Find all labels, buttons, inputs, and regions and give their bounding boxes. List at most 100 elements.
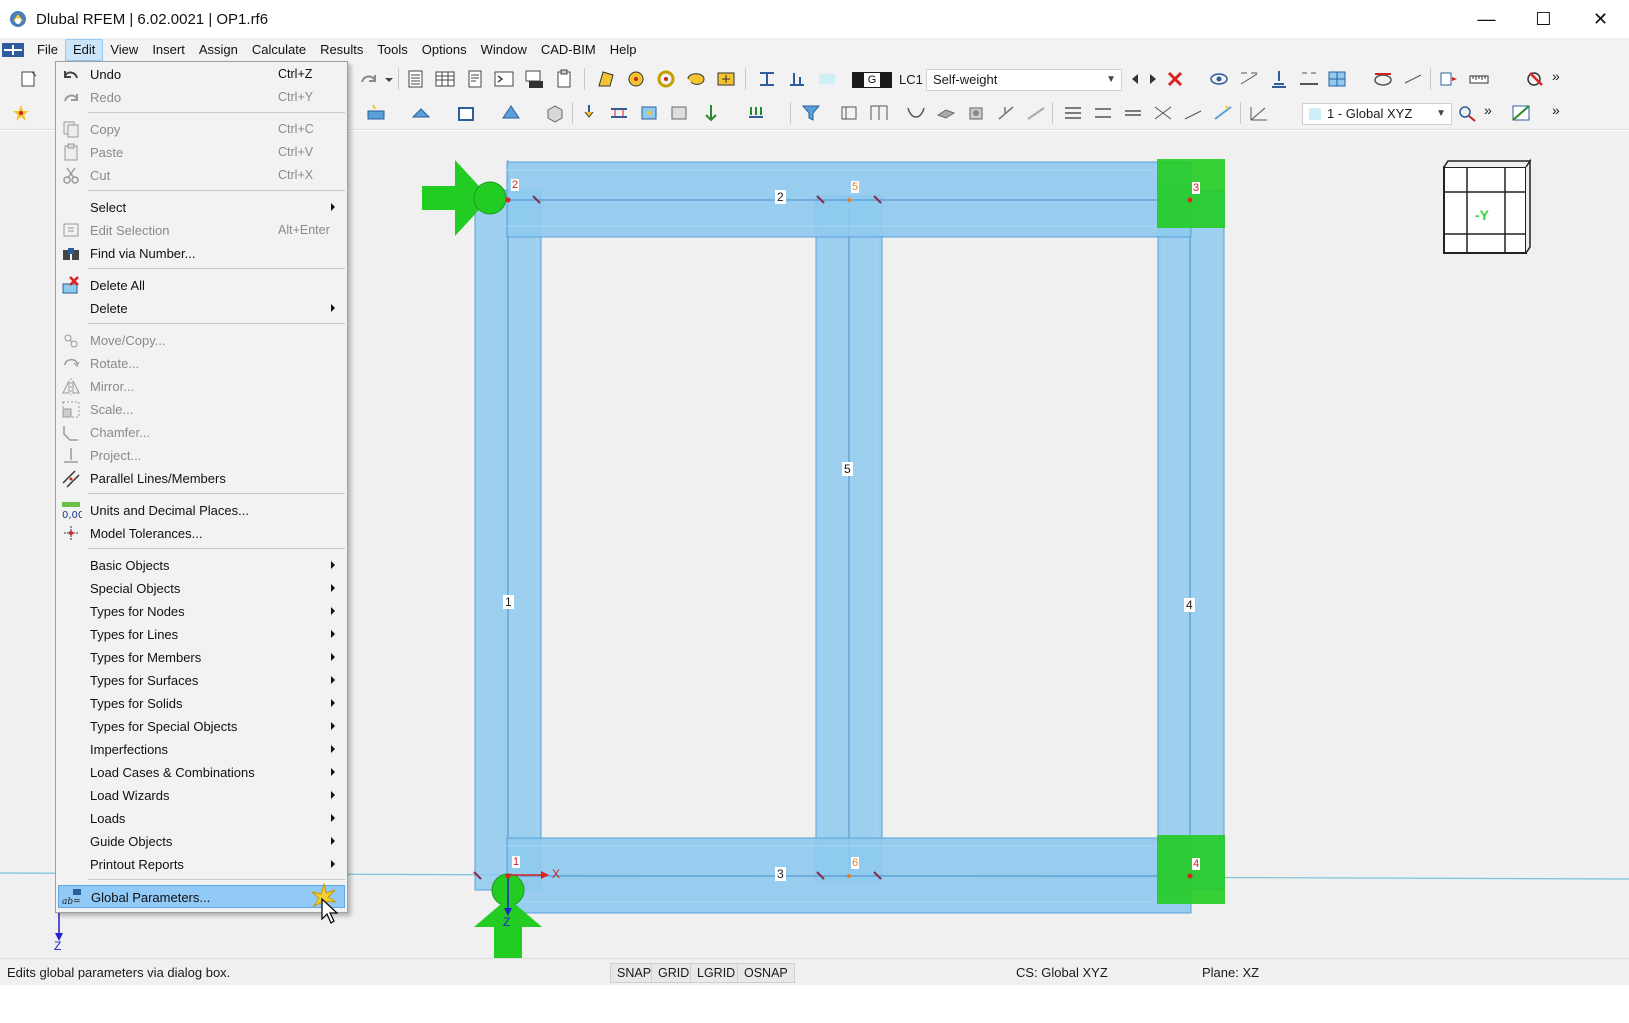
menu-help[interactable]: Help: [603, 39, 644, 61]
rect-select-icon[interactable]: [715, 69, 737, 89]
script-icon[interactable]: [493, 69, 515, 89]
menu-item-printout-reports[interactable]: Printout Reports: [58, 853, 345, 876]
cancel-selection-icon[interactable]: [1524, 69, 1546, 89]
lasso-select-icon[interactable]: [685, 69, 707, 89]
support-node-4[interactable]: [1157, 835, 1225, 904]
menu-item-imperfections[interactable]: Imperfections: [58, 738, 345, 761]
member-4[interactable]: [1157, 189, 1225, 891]
mirror-tool-icon[interactable]: [1152, 103, 1174, 123]
new-node-icon[interactable]: [10, 103, 32, 123]
menu-item-load-cases[interactable]: Load Cases & Combinations: [58, 761, 345, 784]
menu-item-select[interactable]: Select: [58, 196, 345, 219]
redo-toolbar-icon[interactable]: [358, 69, 380, 89]
plate-icon[interactable]: [935, 103, 957, 123]
delete-loads-icon[interactable]: [1164, 69, 1186, 89]
osnap-toggle[interactable]: OSNAP: [737, 963, 795, 983]
menu-item-load-wizards[interactable]: Load Wizards: [58, 784, 345, 807]
menu-item-delete-all[interactable]: Delete All: [58, 274, 345, 297]
surface-results-icon[interactable]: [1326, 69, 1348, 89]
measure-icon[interactable]: [1248, 103, 1270, 123]
menu-item-guide-objects[interactable]: Guide Objects: [58, 830, 345, 853]
dimension-icon[interactable]: [1182, 103, 1204, 123]
strain-icon[interactable]: [995, 103, 1017, 123]
menu-results[interactable]: Results: [313, 39, 370, 61]
grid-table-icon[interactable]: [434, 69, 456, 89]
menu-item-project[interactable]: Project...: [58, 444, 345, 467]
ring-select-icon[interactable]: [655, 69, 677, 89]
load-case-prev-icon[interactable]: [756, 69, 778, 89]
circle-select-icon[interactable]: [625, 69, 647, 89]
box-icon[interactable]: [544, 103, 566, 123]
clipboard-icon[interactable]: [553, 69, 575, 89]
support-results-icon[interactable]: [1268, 69, 1290, 89]
dlubal-menu-icon[interactable]: [2, 43, 24, 57]
support-node-3[interactable]: [1157, 159, 1225, 228]
menu-item-units[interactable]: 0,00 Units and Decimal Places...: [58, 499, 345, 522]
new-surface-icon[interactable]: [410, 103, 432, 123]
menu-item-mirror[interactable]: Mirror...: [58, 375, 345, 398]
menu-item-special-objects[interactable]: Special Objects: [58, 577, 345, 600]
toolbar-overflow-3[interactable]: »: [1552, 102, 1560, 118]
menu-options[interactable]: Options: [415, 39, 474, 61]
filter-icon[interactable]: [800, 103, 822, 123]
load-case-select[interactable]: Self-weight ▼: [926, 69, 1122, 91]
menu-insert[interactable]: Insert: [145, 39, 192, 61]
menu-item-types-lines[interactable]: Types for Lines: [58, 623, 345, 646]
menu-item-copy[interactable]: Copy Ctrl+C: [58, 118, 345, 141]
next-load-case-icon[interactable]: [1142, 69, 1156, 89]
menu-edit[interactable]: Edit: [64, 39, 104, 61]
toolbar-overflow-2[interactable]: »: [1484, 102, 1492, 118]
member-5[interactable]: [815, 195, 883, 881]
load-case-next-icon[interactable]: [786, 69, 808, 89]
menu-item-rotate[interactable]: Rotate...: [58, 352, 345, 375]
menu-item-basic-objects[interactable]: Basic Objects: [58, 554, 345, 577]
section-icon[interactable]: [838, 103, 860, 123]
slope-icon[interactable]: [1025, 103, 1047, 123]
view-eye-icon[interactable]: [1208, 69, 1230, 89]
lgrid-toggle[interactable]: LGRID: [690, 963, 743, 983]
navigator-icon[interactable]: [1438, 69, 1460, 89]
table-view-icon[interactable]: [405, 69, 427, 89]
menu-item-tolerances[interactable]: Model Tolerances...: [58, 522, 345, 545]
line-results-icon[interactable]: [1298, 69, 1320, 89]
frame-icon[interactable]: [868, 103, 890, 123]
menu-item-scale[interactable]: Scale...: [58, 398, 345, 421]
menu-calculate[interactable]: Calculate: [245, 39, 313, 61]
toolbar-overflow-1[interactable]: »: [1552, 68, 1560, 84]
menu-item-types-surfaces[interactable]: Types for Surfaces: [58, 669, 345, 692]
console-icon[interactable]: [523, 69, 545, 89]
align-top-icon[interactable]: [1062, 103, 1084, 123]
menu-file[interactable]: File: [30, 39, 65, 61]
support-icon[interactable]: [578, 103, 600, 123]
align-bottom-icon[interactable]: [1122, 103, 1144, 123]
menu-view[interactable]: View: [103, 39, 145, 61]
nodal-release-icon[interactable]: [638, 103, 660, 123]
previous-load-case-icon[interactable]: [1124, 69, 1138, 89]
ruler-icon[interactable]: [1468, 69, 1490, 89]
menu-item-loads[interactable]: Loads: [58, 807, 345, 830]
menu-item-redo[interactable]: Redo Ctrl+Y: [58, 86, 345, 109]
menu-item-global-parameters[interactable]: ab= Global Parameters...: [58, 882, 345, 912]
numbering-icon[interactable]: [1402, 69, 1424, 89]
maximize-button[interactable]: ☐: [1515, 0, 1572, 38]
hinge-icon[interactable]: [608, 103, 630, 123]
menu-item-parallel[interactable]: Parallel Lines/Members: [58, 467, 345, 490]
menu-item-find-via-number[interactable]: Find via Number...: [58, 242, 345, 265]
minimize-button[interactable]: —: [1458, 0, 1515, 38]
new-member-icon[interactable]: [365, 103, 387, 123]
menu-tools[interactable]: Tools: [370, 39, 414, 61]
menu-window[interactable]: Window: [474, 39, 534, 61]
new-model-icon[interactable]: [18, 69, 40, 89]
menu-item-paste[interactable]: Paste Ctrl+V: [58, 141, 345, 164]
menu-item-types-nodes[interactable]: Types for Nodes: [58, 600, 345, 623]
menu-item-cut[interactable]: Cut Ctrl+X: [58, 164, 345, 187]
menu-item-delete[interactable]: Delete: [58, 297, 345, 320]
menu-item-chamfer[interactable]: Chamfer...: [58, 421, 345, 444]
align-middle-icon[interactable]: [1092, 103, 1114, 123]
member-1[interactable]: [474, 160, 542, 891]
load-wizard-icon[interactable]: [700, 103, 722, 123]
menu-item-undo[interactable]: Undo Ctrl+Z: [58, 63, 345, 86]
coordinate-system-select[interactable]: 1 - Global XYZ ▼: [1302, 103, 1452, 125]
polygon-select-icon[interactable]: [595, 69, 617, 89]
solid-result-icon[interactable]: [965, 103, 987, 123]
